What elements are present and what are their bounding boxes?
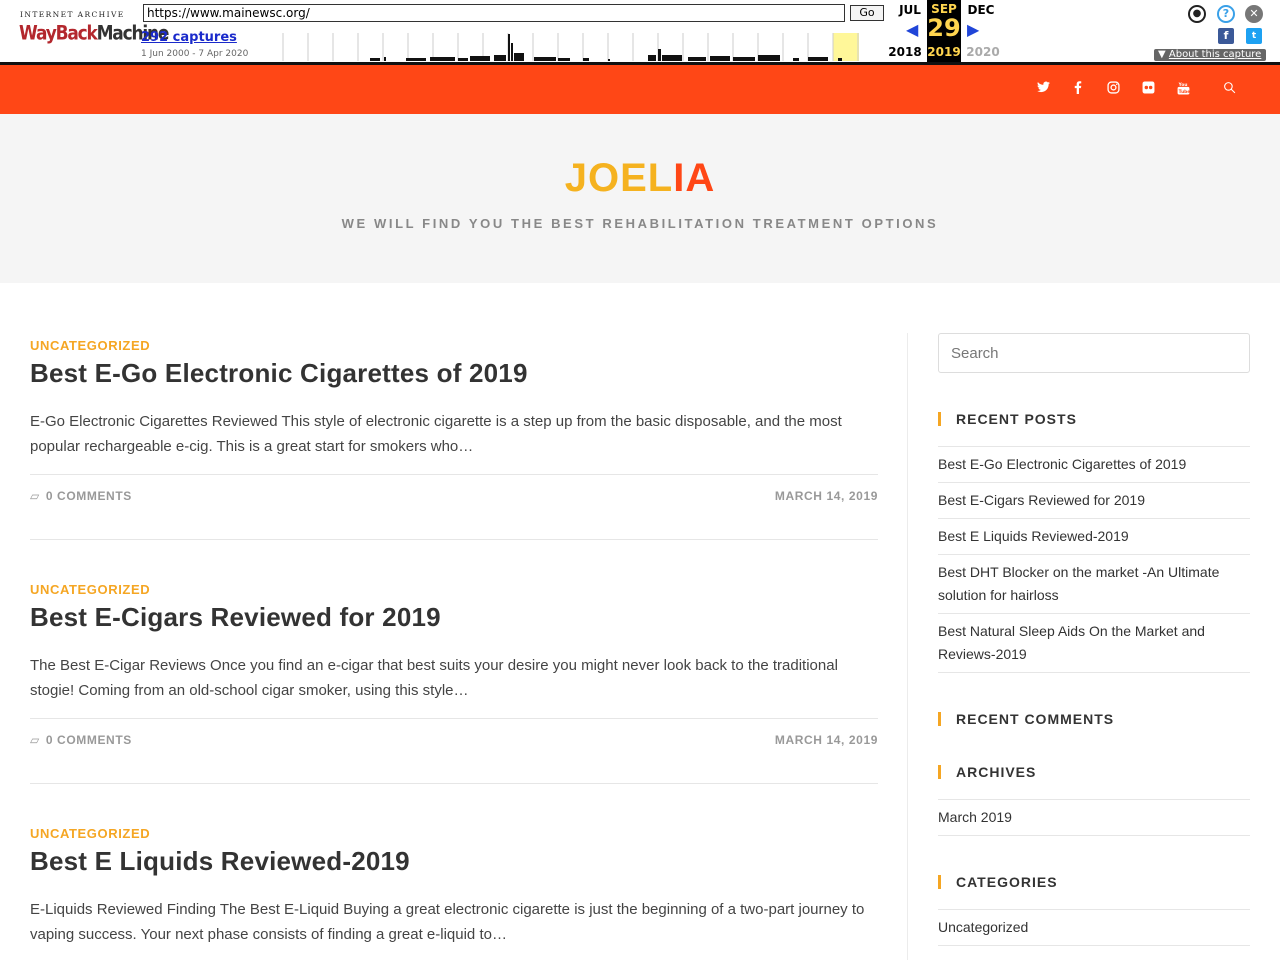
caret-down-icon: ▼ bbox=[1158, 49, 1169, 60]
archive-link[interactable]: March 2019 bbox=[938, 806, 1250, 829]
post-category-link[interactable]: UNCATEGORIZED bbox=[30, 582, 878, 597]
post-title-link[interactable]: Best E Liquids Reviewed-2019 bbox=[30, 846, 410, 877]
post-title-link[interactable]: Best E-Cigars Reviewed for 2019 bbox=[30, 602, 441, 633]
site-logo-part2: IA bbox=[673, 156, 716, 200]
widget-divider bbox=[938, 909, 1250, 910]
post-excerpt: E-Go Electronic Cigarettes Reviewed This… bbox=[30, 413, 842, 455]
widget-divider bbox=[938, 446, 1250, 447]
site-logo-part1: JOEL bbox=[564, 156, 674, 200]
wayback-next-year[interactable]: 2020 bbox=[965, 45, 1001, 59]
wayback-go-button[interactable]: Go bbox=[850, 5, 884, 21]
recent-post-link[interactable]: Best E-Cigars Reviewed for 2019 bbox=[938, 489, 1250, 512]
facebook-share-icon[interactable]: f bbox=[1218, 28, 1234, 44]
wayback-about-label: About this capture bbox=[1168, 49, 1262, 60]
twitter-share-icon[interactable]: t bbox=[1246, 28, 1262, 44]
post-comments-link[interactable]: ▱ 0 COMMENTS bbox=[30, 733, 132, 747]
sidebar-search-input[interactable] bbox=[938, 333, 1250, 373]
widget-divider bbox=[938, 945, 1250, 946]
categories-title: CATEGORIES bbox=[938, 874, 1058, 890]
post-divider bbox=[30, 718, 878, 719]
wayback-about-capture[interactable]: ▼ About this capture bbox=[1154, 49, 1266, 61]
wayback-date-range: 1 Jun 2000 - 7 Apr 2020 bbox=[141, 49, 249, 59]
wayback-current-capture: SEP 29 2019 bbox=[927, 0, 961, 62]
instagram-icon[interactable] bbox=[1105, 81, 1121, 97]
post-card: UNCATEGORIZED Best E-Go Electronic Cigar… bbox=[30, 338, 878, 548]
widget-divider bbox=[938, 835, 1250, 836]
post-card: UNCATEGORIZED Best E-Cigars Reviewed for… bbox=[30, 582, 878, 792]
wayback-current-year: 2019 bbox=[927, 45, 961, 59]
post-divider bbox=[30, 474, 878, 475]
twitter-icon[interactable] bbox=[1035, 81, 1051, 97]
post-date: MARCH 14, 2019 bbox=[774, 489, 878, 503]
wayback-current-day: 29 bbox=[927, 14, 961, 42]
wayback-next-arrow-icon[interactable]: ▶ bbox=[967, 20, 979, 39]
post-title-link[interactable]: Best E-Go Electronic Cigarettes of 2019 bbox=[30, 358, 528, 389]
recent-posts-title: RECENT POSTS bbox=[938, 411, 1077, 427]
wayback-toolbar: INTERNET ARCHIVE WayBackMachine Go 292 c… bbox=[0, 0, 1280, 65]
post-card: UNCATEGORIZED Best E Liquids Reviewed-20… bbox=[30, 826, 878, 960]
widget-divider bbox=[938, 482, 1250, 483]
recent-post-link[interactable]: Best E-Go Electronic Cigarettes of 2019 bbox=[938, 453, 1250, 476]
post-excerpt: E-Liquids Reviewed Finding The Best E-Li… bbox=[30, 901, 865, 943]
wayback-next-month[interactable]: DEC bbox=[963, 3, 999, 17]
wayback-capture-sparkline[interactable] bbox=[258, 33, 884, 61]
category-link[interactable]: Uncategorized bbox=[938, 916, 1250, 939]
post-divider bbox=[30, 783, 878, 784]
recent-post-link[interactable]: Best E Liquids Reviewed-2019 bbox=[938, 525, 1250, 548]
facebook-icon[interactable] bbox=[1070, 81, 1086, 97]
widget-divider bbox=[938, 554, 1250, 555]
post-comments-label: 0 COMMENTS bbox=[45, 733, 132, 747]
post-category-link[interactable]: UNCATEGORIZED bbox=[30, 826, 878, 841]
post-excerpt: The Best E-Cigar Reviews Once you find a… bbox=[30, 657, 838, 699]
widget-divider bbox=[938, 518, 1250, 519]
site-header: JOELIA WE WILL FIND YOU THE BEST REHABIL… bbox=[0, 114, 1280, 283]
widget-divider bbox=[938, 672, 1250, 673]
wayback-captures-link[interactable]: 292 captures bbox=[141, 30, 237, 45]
user-account-icon[interactable]: ● bbox=[1188, 5, 1206, 23]
recent-post-link[interactable]: Best DHT Blocker on the market -An Ultim… bbox=[938, 561, 1250, 607]
wayback-logo-top: INTERNET ARCHIVE bbox=[20, 10, 125, 19]
wayback-logo-wayback: WayBack bbox=[19, 22, 98, 45]
post-comments-link[interactable]: ▱ 0 COMMENTS bbox=[30, 489, 132, 503]
widget-divider bbox=[938, 799, 1250, 800]
flickr-icon[interactable] bbox=[1140, 81, 1156, 97]
content-sidebar-divider bbox=[907, 333, 908, 960]
site-tagline: WE WILL FIND YOU THE BEST REHABILITATION… bbox=[341, 216, 939, 231]
wayback-prev-arrow-icon[interactable]: ◀ bbox=[906, 20, 918, 39]
wayback-url-input[interactable] bbox=[143, 4, 845, 22]
archives-title: ARCHIVES bbox=[938, 764, 1036, 780]
top-bar: You Tube bbox=[0, 65, 1280, 114]
post-comments-label: 0 COMMENTS bbox=[45, 489, 132, 503]
recent-post-link[interactable]: Best Natural Sleep Aids On the Market an… bbox=[938, 620, 1250, 666]
youtube-icon[interactable]: You Tube bbox=[1175, 81, 1191, 97]
post-category-link[interactable]: UNCATEGORIZED bbox=[30, 338, 878, 353]
help-icon[interactable]: ? bbox=[1217, 5, 1235, 23]
widget-divider bbox=[938, 613, 1250, 614]
comment-icon: ▱ bbox=[30, 489, 40, 503]
search-icon[interactable] bbox=[1221, 81, 1237, 97]
wayback-prev-month[interactable]: JUL bbox=[892, 3, 928, 17]
comment-icon: ▱ bbox=[30, 733, 40, 747]
svg-text:You: You bbox=[1177, 82, 1187, 88]
recent-comments-title: RECENT COMMENTS bbox=[938, 711, 1114, 727]
post-divider bbox=[30, 539, 878, 540]
site-logo[interactable]: JOELIA bbox=[0, 156, 1280, 201]
wayback-prev-year[interactable]: 2018 bbox=[887, 45, 923, 59]
wayback-logo[interactable]: INTERNET ARCHIVE WayBackMachine bbox=[18, 8, 169, 50]
close-icon[interactable]: ✕ bbox=[1245, 5, 1263, 23]
post-date: MARCH 14, 2019 bbox=[774, 733, 878, 747]
svg-text:Tube: Tube bbox=[1178, 89, 1189, 95]
